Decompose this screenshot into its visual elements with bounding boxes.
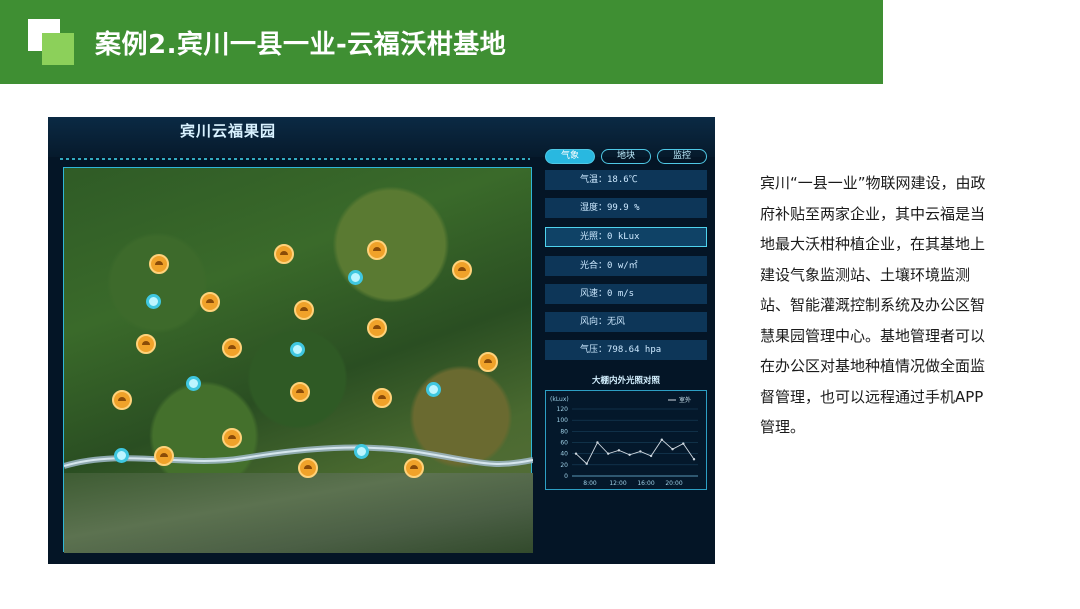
- water-sensor-marker[interactable]: [348, 270, 363, 285]
- chart-ytick-label: 0: [564, 473, 568, 480]
- weather-station-marker[interactable]: [149, 254, 169, 274]
- chart-point: [649, 454, 653, 458]
- page-title: 案例2.宾川一县一业-云福沃柑基地: [95, 30, 507, 60]
- chart-point: [617, 449, 621, 452]
- chart-xtick-label: 12:00: [609, 480, 626, 487]
- chart-point: [585, 462, 588, 465]
- chart-point: [682, 442, 685, 445]
- water-sensor-marker[interactable]: [426, 382, 441, 397]
- weather-station-marker[interactable]: [404, 458, 424, 478]
- tab-weather[interactable]: 气象: [545, 149, 595, 164]
- weather-station-marker[interactable]: [200, 292, 220, 312]
- chart-point: [692, 458, 696, 461]
- header-divider: [60, 158, 530, 160]
- tab-plot[interactable]: 地块: [601, 149, 651, 164]
- chart-title: 大棚内外光照对照: [591, 376, 660, 386]
- weather-station-marker[interactable]: [222, 338, 242, 358]
- dashboard-screenshot: 宾川云福果园 气象 地块 监控 气温：18.6℃ 湿度：99.9 % 光照：0 …: [48, 117, 715, 564]
- slide: 案例2.宾川一县一业-云福沃柑基地 宾川云福果园 气象 地块 监控 气温：18.…: [0, 0, 1080, 609]
- chart-ytick-label: 80: [560, 428, 568, 435]
- weather-station-marker[interactable]: [290, 382, 310, 402]
- sensor-photosynthesis[interactable]: 光合：0 w/㎡: [545, 256, 707, 276]
- light-chart: (kLux) 120 100 80 60 40 20 0 8:00 12:00 16:00 20:00…: [545, 390, 707, 490]
- chart-ytick-label: 100: [557, 417, 569, 424]
- weather-station-marker[interactable]: [222, 428, 242, 448]
- sensor-wind-direction[interactable]: 风向：无风: [545, 312, 707, 332]
- title-bar: 案例2.宾川一县一业-云福沃柑基地: [0, 0, 883, 84]
- chart-point: [671, 448, 674, 451]
- sensor-pressure[interactable]: 气压：798.64 hpa: [545, 340, 707, 360]
- chart-ytick-label: 120: [557, 406, 569, 413]
- weather-station-marker[interactable]: [372, 388, 392, 408]
- weather-station-marker[interactable]: [112, 390, 132, 410]
- water-sensor-marker[interactable]: [186, 376, 201, 391]
- water-sensor-marker[interactable]: [354, 444, 369, 459]
- weather-station-marker[interactable]: [298, 458, 318, 478]
- chart-svg: (kLux) 120 100 80 60 40 20 0 8:00 12:00 16:00 20:00…: [550, 396, 698, 487]
- chart-xtick-label: 8:00: [583, 480, 597, 487]
- weather-station-marker[interactable]: [367, 240, 387, 260]
- tab-monitor[interactable]: 监控: [657, 149, 707, 164]
- weather-station-marker[interactable]: [154, 446, 174, 466]
- sensor-light[interactable]: 光照：0 kLux: [545, 227, 707, 247]
- chart-point: [639, 450, 642, 453]
- weather-station-marker[interactable]: [367, 318, 387, 338]
- sensor-humidity[interactable]: 湿度：99.9 %: [545, 198, 707, 218]
- sensor-wind-speed[interactable]: 风速：0 m/s: [545, 284, 707, 304]
- panel-tabs: 气象 地块 监控: [545, 149, 707, 165]
- chart-ytick-label: 40: [560, 451, 568, 458]
- logo-icon: [28, 19, 74, 65]
- weather-station-marker[interactable]: [294, 300, 314, 320]
- chart-xtick-label: 16:00: [637, 480, 654, 487]
- chart-xtick-label: 20:00: [665, 480, 682, 487]
- sensor-temperature[interactable]: 气温：18.6℃: [545, 170, 707, 190]
- chart-point: [628, 453, 631, 456]
- description-text: 宾川“一县一业”物联网建设，由政府补贴至两家企业，其中云福是当地最大沃柑种植企业…: [760, 174, 986, 436]
- terrain: [64, 473, 533, 553]
- weather-station-marker[interactable]: [478, 352, 498, 372]
- chart-point: [574, 452, 578, 455]
- weather-station-marker[interactable]: [136, 334, 156, 354]
- dashboard-title: 宾川云福果园: [179, 122, 276, 140]
- chart-point: [606, 452, 610, 455]
- chart-point: [596, 441, 599, 444]
- chart-legend-label: 室外: [679, 396, 691, 404]
- weather-station-marker[interactable]: [274, 244, 294, 264]
- weather-station-marker[interactable]: [452, 260, 472, 280]
- chart-series-line: [575, 439, 695, 465]
- water-sensor-marker[interactable]: [146, 294, 161, 309]
- chart-point: [660, 438, 664, 441]
- chart-ytick-label: 20: [560, 462, 568, 469]
- orchard-map[interactable]: [63, 167, 533, 553]
- chart-ylabel: (kLux): [550, 396, 569, 403]
- water-sensor-marker[interactable]: [290, 342, 305, 357]
- water-sensor-marker[interactable]: [114, 448, 129, 463]
- chart-ytick-label: 60: [560, 440, 568, 447]
